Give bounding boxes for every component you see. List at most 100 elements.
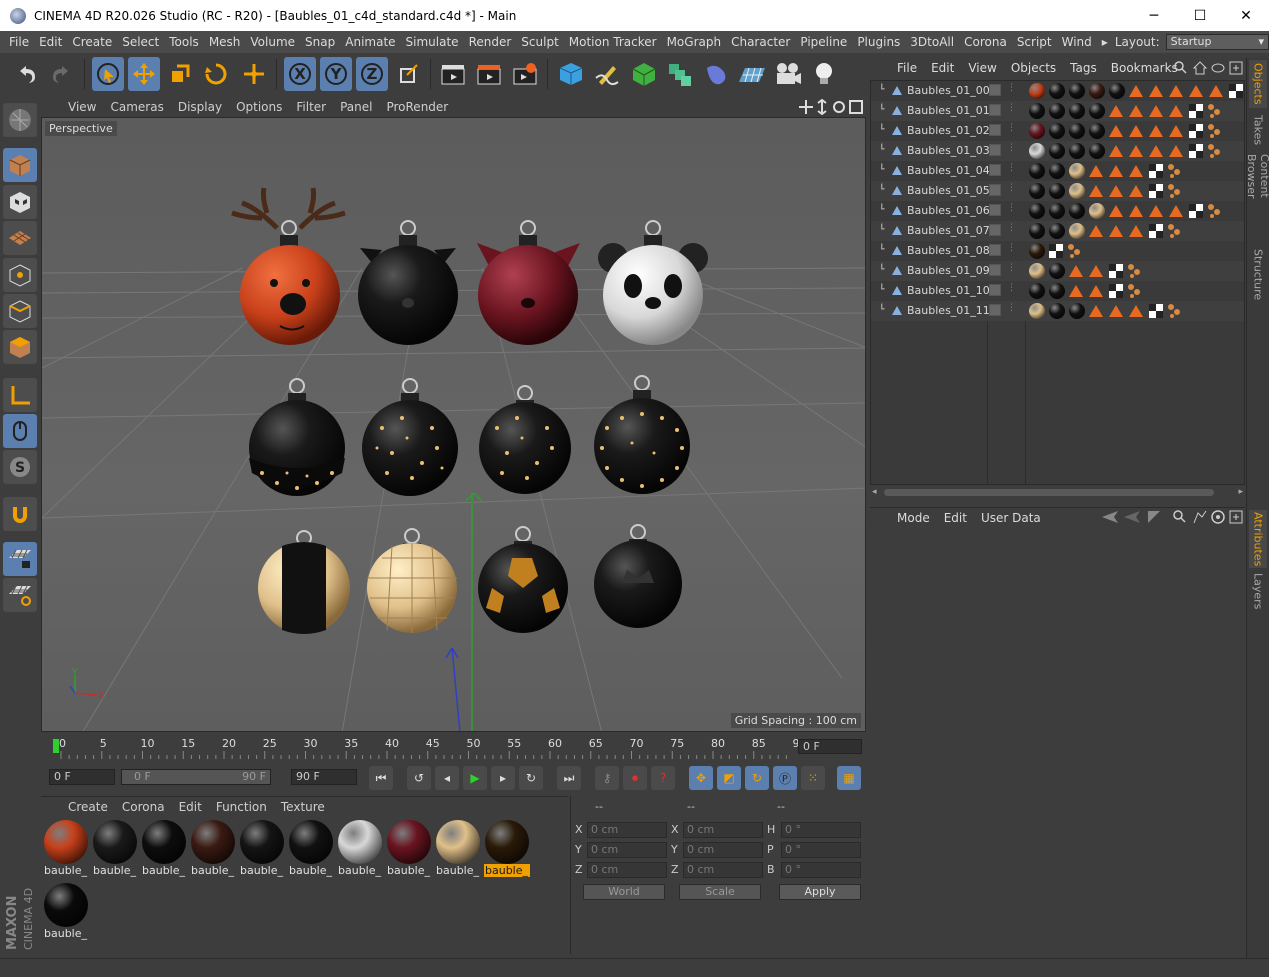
texture-tag-icon[interactable]	[1169, 205, 1183, 217]
menu-edit[interactable]: Edit	[34, 35, 67, 49]
coord-value-field[interactable]: 0 cm	[683, 842, 763, 858]
checker-tag-icon[interactable]	[1149, 184, 1163, 198]
layer-visibility-icon[interactable]	[989, 184, 1001, 196]
coord-value-field[interactable]: 0 cm	[587, 862, 667, 878]
material-tag-icon[interactable]	[1029, 303, 1045, 319]
texture-tag-icon[interactable]	[1129, 85, 1143, 97]
material-menu-texture[interactable]: Texture	[274, 800, 332, 814]
material-tag-icon[interactable]	[1029, 243, 1045, 259]
material-menu-function[interactable]: Function	[209, 800, 274, 814]
maximize-button[interactable]: ☐	[1177, 0, 1223, 31]
material-swatch[interactable]: bauble_	[435, 820, 481, 880]
tweak-mode-button[interactable]	[3, 414, 37, 448]
texture-tag-icon[interactable]	[1149, 145, 1163, 157]
menu-volume[interactable]: Volume	[245, 35, 300, 49]
texture-tag-icon[interactable]	[1189, 85, 1203, 97]
material-tag-icon[interactable]	[1029, 203, 1045, 219]
checker-tag-icon[interactable]	[1229, 84, 1243, 98]
texture-tag-icon[interactable]	[1129, 145, 1143, 157]
object-row[interactable]: ┗ Baubles_01_07 ⋮	[871, 221, 1244, 241]
material-tag-icon[interactable]	[1029, 163, 1045, 179]
minimize-button[interactable]: ─	[1131, 0, 1177, 31]
layer-visibility-icon[interactable]	[989, 284, 1001, 296]
material-swatch[interactable]: bauble_	[43, 820, 89, 880]
material-swatch[interactable]: bauble_	[239, 820, 285, 880]
menu-mograph[interactable]: MoGraph	[662, 35, 727, 49]
model-mode-button[interactable]	[3, 148, 37, 182]
material-tag-icon[interactable]	[1049, 223, 1065, 239]
layer-visibility-icon[interactable]	[989, 304, 1001, 316]
material-menu-create[interactable]: Create	[61, 800, 115, 814]
editor-render-dots-icon[interactable]: ⋮	[1007, 223, 1016, 233]
menu-render[interactable]: Render	[464, 35, 517, 49]
texture-tag-icon[interactable]	[1149, 105, 1163, 117]
next-frame-button[interactable]: ▸	[491, 766, 515, 790]
dots-tag-icon[interactable]	[1067, 243, 1083, 259]
layer-visibility-icon[interactable]	[989, 104, 1001, 116]
coordinate-system-button[interactable]	[392, 57, 424, 91]
go-to-end-button[interactable]: ⏭	[557, 766, 581, 790]
key-scale-button[interactable]: ◩	[717, 766, 741, 790]
light-button[interactable]	[808, 57, 840, 91]
object-row[interactable]: ┗ Baubles_01_08 ⋮	[871, 241, 1244, 261]
menu-window[interactable]: Wind	[1057, 35, 1097, 49]
coordinate-space-dropdown[interactable]: World	[583, 884, 665, 900]
key-parameter-button[interactable]: Ⓟ	[773, 766, 797, 790]
coord-value-field[interactable]: 0 cm	[587, 822, 667, 838]
texture-tag-icon[interactable]	[1169, 145, 1183, 157]
material-swatch[interactable]: bauble_	[92, 820, 138, 880]
menu-character[interactable]: Character	[726, 35, 795, 49]
viewport-menu-view[interactable]: View	[61, 100, 103, 114]
material-tag-icon[interactable]	[1109, 83, 1125, 99]
coord-value-field[interactable]: 0 cm	[683, 862, 763, 878]
texture-tag-icon[interactable]	[1109, 165, 1123, 177]
material-tag-icon[interactable]	[1069, 183, 1085, 199]
dots-tag-icon[interactable]	[1207, 123, 1223, 139]
previous-frame-button[interactable]: ◂	[435, 766, 459, 790]
object-row[interactable]: ┗ Baubles_01_04 ⋮	[871, 161, 1244, 181]
viewport-menu-display[interactable]: Display	[171, 100, 229, 114]
material-tag-icon[interactable]	[1029, 123, 1045, 139]
texture-tag-icon[interactable]	[1069, 265, 1083, 277]
texture-tag-icon[interactable]	[1109, 145, 1123, 157]
checker-tag-icon[interactable]	[1049, 244, 1063, 258]
editor-render-dots-icon[interactable]: ⋮	[1007, 143, 1016, 153]
menu-pipeline[interactable]: Pipeline	[795, 35, 852, 49]
dots-tag-icon[interactable]	[1167, 183, 1183, 199]
tab-attributes[interactable]: Attributes	[1249, 510, 1267, 568]
render-settings-button[interactable]	[509, 57, 541, 91]
object-row[interactable]: ┗ Baubles_01_11 ⋮	[871, 301, 1244, 321]
texture-tag-icon[interactable]	[1129, 305, 1143, 317]
material-tag-icon[interactable]	[1049, 103, 1065, 119]
object-row[interactable]: ┗ Baubles_01_00 ⋮	[871, 81, 1244, 101]
texture-tag-icon[interactable]	[1129, 165, 1143, 177]
coord-value-field[interactable]: 0 cm	[587, 842, 667, 858]
material-tag-icon[interactable]	[1089, 103, 1105, 119]
texture-tag-icon[interactable]	[1089, 165, 1103, 177]
editor-render-dots-icon[interactable]: ⋮	[1007, 203, 1016, 213]
dots-tag-icon[interactable]	[1127, 263, 1143, 279]
tab-layers[interactable]: Layers	[1249, 572, 1267, 610]
layer-visibility-icon[interactable]	[989, 264, 1001, 276]
points-mode-button[interactable]	[3, 258, 37, 292]
editor-render-dots-icon[interactable]: ⋮	[1007, 243, 1016, 253]
coord-value-field[interactable]: 0 °	[781, 842, 861, 858]
material-tag-icon[interactable]	[1049, 83, 1065, 99]
material-tag-icon[interactable]	[1069, 143, 1085, 159]
material-swatch[interactable]: bauble_	[43, 883, 89, 943]
texture-tag-icon[interactable]	[1129, 205, 1143, 217]
material-tag-icon[interactable]	[1089, 83, 1105, 99]
coord-value-field[interactable]: 0 °	[781, 822, 861, 838]
texture-tag-icon[interactable]	[1169, 85, 1183, 97]
dots-tag-icon[interactable]	[1167, 303, 1183, 319]
material-tag-icon[interactable]	[1069, 103, 1085, 119]
attribute-menu-user-data[interactable]: User Data	[974, 511, 1048, 525]
apply-button[interactable]: Apply	[779, 884, 861, 900]
autokeying-button[interactable]: ⏺	[623, 766, 647, 790]
texture-tag-icon[interactable]	[1109, 125, 1123, 137]
x-axis-lock-button[interactable]: X	[284, 57, 316, 91]
material-swatch[interactable]: bauble_	[141, 820, 187, 880]
material-tag-icon[interactable]	[1029, 223, 1045, 239]
texture-tag-icon[interactable]	[1109, 185, 1123, 197]
object-row[interactable]: ┗ Baubles_01_01 ⋮	[871, 101, 1244, 121]
